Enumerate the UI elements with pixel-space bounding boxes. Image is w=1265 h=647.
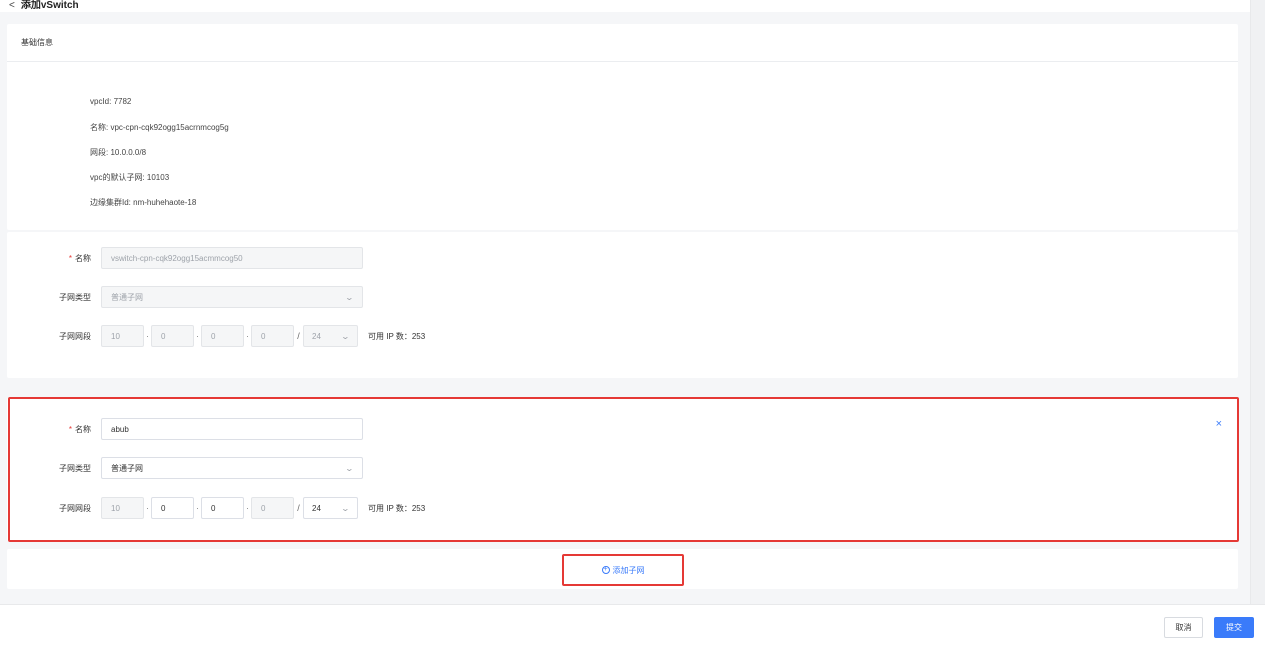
plus-circle-icon: + <box>601 566 610 574</box>
cidr-mask-select[interactable]: 24 ⌄ <box>303 325 358 347</box>
mask-value: 24 <box>312 503 321 513</box>
scrollbar-track[interactable] <box>1250 0 1265 604</box>
octet-separator: · <box>146 503 149 513</box>
cidr-octet-1[interactable]: 10 <box>101 497 144 519</box>
info-vpc-name: 名称: vpc-cpn-cqk92ogg15acrnmcog5g <box>90 123 229 132</box>
page-header: < 添加vSwitch <box>0 0 1250 12</box>
cidr-row: 子网网段 10 · 0 · 0 · 0 / 24 ⌄ 可用 IP 数：253 <box>7 325 425 347</box>
mask-separator: / <box>297 503 300 513</box>
back-arrow-icon[interactable]: < <box>9 0 15 12</box>
info-vpc-cidr: 网段: 10.0.0.0/8 <box>90 148 147 157</box>
subnet-name-input[interactable]: abub <box>101 418 363 440</box>
cidr-label: 子网网段 <box>59 503 91 513</box>
chevron-down-icon: ⌄ <box>344 292 355 302</box>
available-ip-count: 可用 IP 数：253 <box>368 503 426 513</box>
type-label: 子网类型 <box>59 463 91 473</box>
add-subnet-button[interactable]: + 添加子网 <box>562 554 684 586</box>
cidr-row: 子网网段 10 · 0 · 0 · 0 / 24 ⌄ 可用 IP 数：253 <box>7 497 425 519</box>
chevron-down-icon: ⌄ <box>340 331 351 341</box>
cidr-octet-4[interactable]: 0 <box>251 325 294 347</box>
cidr-octet-2[interactable]: 0 <box>151 325 194 347</box>
basic-info-title: 基础信息 <box>7 24 1238 62</box>
basic-info-card: 基础信息 vpcId: 7782 名称: vpc-cpn-cqk92ogg15a… <box>7 24 1238 230</box>
chevron-down-icon: ⌄ <box>344 463 355 473</box>
name-row: * 名称 abub <box>7 418 363 440</box>
available-ip-count: 可用 IP 数：253 <box>368 331 426 341</box>
octet-separator: · <box>196 331 199 341</box>
cidr-octet-1[interactable]: 10 <box>101 325 144 347</box>
type-label: 子网类型 <box>59 292 91 302</box>
cancel-button[interactable]: 取消 <box>1164 617 1203 638</box>
cidr-octet-4[interactable]: 0 <box>251 497 294 519</box>
octet-separator: · <box>146 331 149 341</box>
cidr-octet-3[interactable]: 0 <box>201 325 244 347</box>
mask-value: 24 <box>312 331 321 341</box>
footer-bar: 取消 提交 <box>0 604 1265 647</box>
octet-separator: · <box>246 331 249 341</box>
page-title: 添加vSwitch <box>20 0 79 11</box>
page-title-bar: < 添加vSwitch <box>9 0 79 12</box>
info-default-subnet: vpc的默认子网: 10103 <box>90 173 170 182</box>
cidr-octet-2[interactable]: 0 <box>151 497 194 519</box>
submit-button[interactable]: 提交 <box>1214 617 1254 638</box>
name-label: * 名称 <box>68 424 91 434</box>
octet-separator: · <box>196 503 199 513</box>
type-row: 子网类型 普通子网 ⌄ <box>7 286 363 308</box>
info-vpc-id: vpcId: 7782 <box>90 97 132 106</box>
name-label: * 名称 <box>68 253 91 263</box>
type-row: 子网类型 普通子网 ⌄ <box>7 457 363 479</box>
subnet-name-input[interactable]: vswitch-cpn-cqk92ogg15acmmcog50 <box>101 247 363 269</box>
info-edge-cluster-id: 边缘集群Id: nm-huhehaote-18 <box>90 198 197 207</box>
subnet-type-select[interactable]: 普通子网 ⌄ <box>101 286 363 308</box>
mask-separator: / <box>297 331 300 341</box>
octet-separator: · <box>246 503 249 513</box>
required-mark: * <box>68 424 72 434</box>
subnet-form-default: * 名称 vswitch-cpn-cqk92ogg15acmmcog50 子网类型… <box>7 232 1238 378</box>
subnet-type-value: 普通子网 <box>111 463 143 473</box>
name-row: * 名称 vswitch-cpn-cqk92ogg15acmmcog50 <box>7 247 363 269</box>
cidr-octet-3[interactable]: 0 <box>201 497 244 519</box>
subnet-type-select[interactable]: 普通子网 ⌄ <box>101 457 363 479</box>
required-mark: * <box>68 253 72 263</box>
close-icon[interactable]: × <box>1216 418 1222 430</box>
page-content: 基础信息 vpcId: 7782 名称: vpc-cpn-cqk92ogg15a… <box>0 12 1250 604</box>
cidr-label: 子网网段 <box>59 331 91 341</box>
cidr-mask-select[interactable]: 24 ⌄ <box>303 497 358 519</box>
add-subnet-label: 添加子网 <box>612 565 645 575</box>
chevron-down-icon: ⌄ <box>340 503 351 513</box>
subnet-form-new: × * 名称 abub 子网类型 普通子网 ⌄ 子网网段 10 · 0 · 0 ·… <box>7 398 1238 541</box>
subnet-type-value: 普通子网 <box>111 292 143 302</box>
